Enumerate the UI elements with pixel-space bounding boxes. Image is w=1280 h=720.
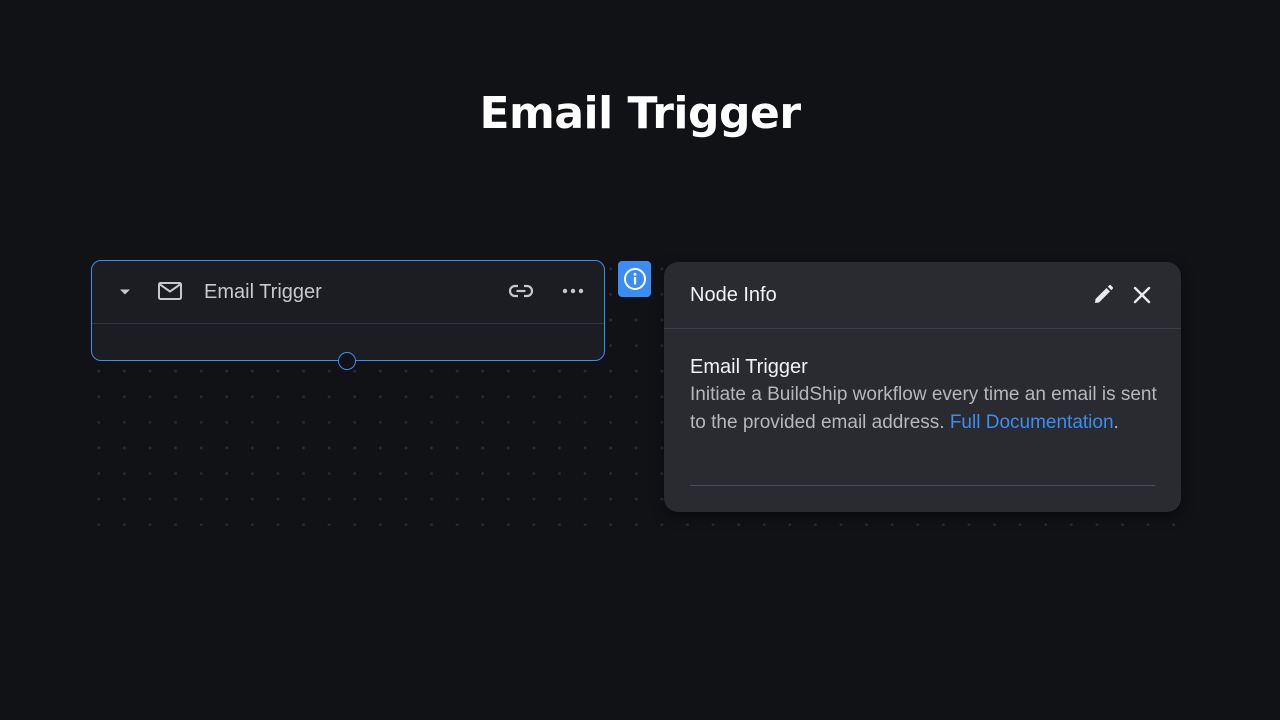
close-icon[interactable] (1129, 282, 1155, 308)
panel-title: Node Info (690, 284, 777, 306)
node-label: Email Trigger (204, 281, 322, 303)
description-period: . (1113, 411, 1119, 433)
workflow-canvas[interactable]: Email Trigger Email Trigger Node Info Em… (0, 0, 1280, 720)
info-description: Initiate a BuildShip workflow every time… (690, 381, 1158, 436)
pencil-icon[interactable] (1090, 282, 1116, 308)
panel-body: Email Trigger Initiate a BuildShip workf… (690, 354, 1158, 436)
panel-divider (690, 485, 1155, 486)
info-heading: Email Trigger (690, 356, 808, 378)
caret-down-icon[interactable] (112, 279, 138, 305)
mail-icon (156, 277, 184, 305)
info-icon[interactable] (618, 261, 651, 297)
panel-header: Node Info (664, 262, 1181, 329)
full-documentation-link[interactable]: Full Documentation (950, 412, 1114, 433)
link-icon[interactable] (506, 277, 536, 305)
node-info-panel: Node Info Email Trigger Initiate a Build… (664, 262, 1181, 512)
more-horizontal-icon[interactable] (558, 277, 588, 305)
page-title: Email Trigger (479, 88, 801, 139)
node-header[interactable]: Email Trigger (92, 261, 604, 324)
email-trigger-node[interactable]: Email Trigger (91, 260, 605, 361)
node-output-handle[interactable] (338, 352, 356, 370)
